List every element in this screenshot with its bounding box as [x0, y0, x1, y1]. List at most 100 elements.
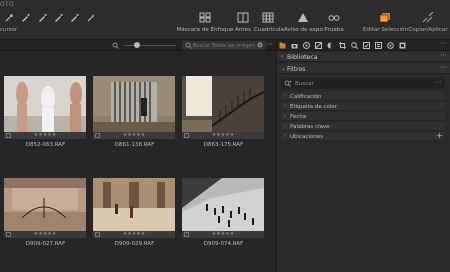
- select-checkbox[interactable]: [95, 232, 100, 237]
- crowd-photo: [182, 178, 264, 231]
- tool-tabs: ⋯: [277, 39, 450, 51]
- exposure-tab-icon[interactable]: [327, 42, 334, 49]
- camera-tab-icon[interactable]: [291, 42, 298, 49]
- cursor-caption: cursor: [0, 27, 18, 33]
- thumbnail-filename: D863-175.RAF: [203, 142, 244, 148]
- library-more-icon[interactable]: ⋯: [440, 51, 447, 59]
- edit-selection-button[interactable]: Editar Selección: [363, 12, 408, 33]
- proof-glasses-icon: [328, 15, 340, 21]
- pen-cursor-icon[interactable]: [37, 13, 47, 23]
- lens-tab-icon[interactable]: [303, 42, 310, 49]
- browser-more-icon[interactable]: ⋯: [266, 40, 273, 48]
- edit-selection-icon: [379, 13, 390, 23]
- library-section-header[interactable]: › Biblioteca ⋯: [277, 51, 450, 62]
- filters-more-icon[interactable]: ⋯: [440, 63, 447, 71]
- browser-search-input[interactable]: [193, 41, 255, 50]
- filters-section-header[interactable]: ⌄ Filtros ⋯: [277, 63, 450, 74]
- search-icon: [185, 42, 192, 49]
- before-button[interactable]: Antes: [233, 12, 253, 33]
- filter-label: Palabras clave: [290, 123, 330, 130]
- filters-title: Filtros: [287, 65, 306, 73]
- brush-cursor-icon[interactable]: [20, 13, 30, 23]
- filter-item-color-tag[interactable]: › Etiqueta de color: [281, 102, 445, 111]
- filter-item-locations[interactable]: › Ubicaciones +: [281, 131, 445, 141]
- before-label: Antes: [235, 27, 251, 33]
- proof-label: Prueba: [324, 27, 344, 33]
- rating-value: ★★★★★: [122, 132, 146, 138]
- eraser-cursor-icon[interactable]: [53, 13, 63, 23]
- app-title: OTO: [0, 1, 15, 8]
- adjust-tab-icon[interactable]: [363, 42, 370, 49]
- rating-value: ★★★★★: [211, 132, 235, 138]
- batch-tab-icon[interactable]: [399, 42, 406, 49]
- chevron-down-icon: ⌄: [281, 65, 287, 72]
- rating-stars[interactable]: ★★★★★: [182, 231, 264, 238]
- chevron-right-icon: ›: [284, 103, 286, 109]
- select-checkbox[interactable]: [6, 133, 11, 138]
- crop-tab-icon[interactable]: [339, 42, 346, 49]
- rating-stars[interactable]: ★★★★★: [93, 132, 175, 139]
- library-panel: ⋯ › Biblioteca ⋯ ⌄ Filtros ⋯ ⋯ › Calific…: [276, 39, 450, 272]
- rating-value: ★★★★★: [122, 231, 146, 237]
- gate-photo: [93, 76, 175, 132]
- rating-value: ★★★★★: [33, 231, 57, 237]
- library-tab-icon[interactable]: [279, 42, 286, 49]
- filter-item-date[interactable]: › Fecha: [281, 112, 445, 121]
- image-browser: ★★★★★ D852-063.RAF ★★★★★ D861-138.RAF ★★…: [0, 51, 276, 272]
- before-after-icon: [237, 12, 249, 23]
- browser-search-box: [182, 41, 266, 50]
- grid-label: Cuadrícula: [254, 27, 284, 33]
- select-checkbox[interactable]: [184, 232, 189, 237]
- color-tab-icon[interactable]: [315, 42, 322, 49]
- chevron-right-icon: ›: [284, 113, 286, 119]
- mannequins-photo: [4, 76, 86, 132]
- focus-mask-button[interactable]: Máscara de Enfoque: [176, 12, 234, 33]
- rating-stars[interactable]: ★★★★★: [93, 231, 175, 238]
- filter-search-input[interactable]: [295, 79, 425, 88]
- grid-button[interactable]: Cuadrícula: [254, 12, 284, 33]
- copy-apply-icon: [422, 12, 434, 23]
- filter-item-rating[interactable]: › Calificación: [281, 92, 445, 101]
- filter-item-keywords[interactable]: › Palabras clave: [281, 122, 445, 131]
- copy-apply-label: Copiar/Aplicar: [408, 27, 448, 33]
- select-checkbox[interactable]: [95, 133, 100, 138]
- picker-cursor-icon[interactable]: [69, 13, 79, 23]
- thumbnail-filename: D852-063.RAF: [25, 142, 66, 148]
- add-filter-icon[interactable]: +: [436, 131, 443, 140]
- rating-value: ★★★★★: [33, 132, 57, 138]
- search-add-icon: [284, 80, 292, 87]
- select-checkbox[interactable]: [6, 232, 11, 237]
- proof-button[interactable]: Prueba: [323, 12, 345, 33]
- copy-apply-button[interactable]: Copiar/Aplicar: [408, 12, 448, 33]
- filter-search-box: ⋯: [281, 78, 445, 89]
- rating-stars[interactable]: ★★★★★: [4, 231, 86, 238]
- rating-stars[interactable]: ★★★★★: [182, 132, 264, 139]
- chevron-right-icon: ›: [281, 53, 284, 60]
- browser-toolbar: ⋯: [0, 40, 276, 51]
- chevron-right-icon: ›: [284, 133, 286, 139]
- exposure-warning-label: Aviso de expo: [284, 27, 323, 33]
- main-toolbar: OTO cursor Máscara de Enfoque Antes Cuad…: [0, 0, 450, 40]
- thumbnail-filename: D909-074.RAF: [203, 241, 244, 247]
- magic-cursor-icon[interactable]: [86, 13, 96, 23]
- details-tab-icon[interactable]: [351, 42, 358, 49]
- hall-photo: [4, 178, 86, 231]
- select-checkbox[interactable]: [184, 133, 189, 138]
- grid-icon: [262, 12, 274, 23]
- library-title: Biblioteca: [287, 53, 318, 61]
- thumbnail-filename: D861-138.RAF: [114, 142, 155, 148]
- thumbnail-filename: D909-027.RAF: [25, 241, 66, 247]
- pan-cursor-icon[interactable]: [4, 13, 14, 23]
- gear-icon[interactable]: [257, 42, 263, 48]
- thumbnail-size-knob[interactable]: [134, 42, 140, 48]
- filter-search-more-icon[interactable]: ⋯: [435, 78, 442, 86]
- courtyard-photo: [93, 178, 175, 231]
- thumbnail-size-slider[interactable]: [124, 45, 176, 46]
- filter-label: Fecha: [290, 113, 307, 120]
- tabs-more-icon[interactable]: ⋯: [440, 39, 447, 47]
- rating-stars[interactable]: ★★★★★: [4, 132, 86, 139]
- exposure-warning-button[interactable]: Aviso de expo: [284, 12, 323, 33]
- output-tab-icon[interactable]: [387, 42, 394, 49]
- metadata-tab-icon[interactable]: [375, 42, 382, 49]
- zoom-icon: [112, 42, 119, 49]
